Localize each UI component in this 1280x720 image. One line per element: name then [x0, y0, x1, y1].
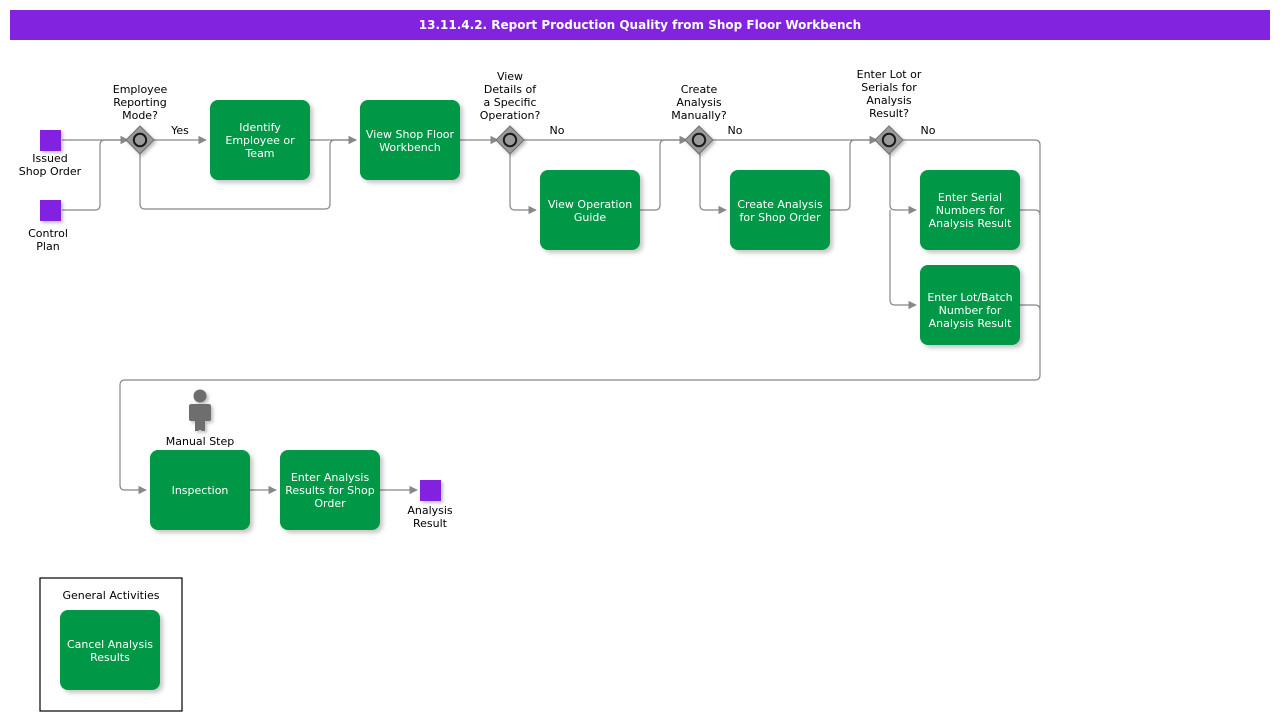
group-general-activities: General Activities Cancel Analysis Resul…	[39, 577, 183, 712]
gateway3-branch-label-no: No	[728, 124, 743, 137]
flow-gateway4-to-enter-lot-batch	[889, 210, 917, 310]
gateway3-label-line2: Analysis	[676, 96, 722, 109]
control-plan-swatch[interactable]	[40, 200, 61, 221]
flow-gateway4-to-enter-serial-numbers	[889, 152, 917, 215]
gateway4-label-line4: Result?	[869, 107, 909, 120]
flow-enter-lot-batch-to-return	[1020, 304, 1041, 311]
flow-create-analysis-to-gateway4	[830, 135, 878, 211]
gateway1-label-line1: Employee	[113, 83, 168, 96]
gateway-enter-lot-or-serials-for-analysis-result[interactable]: Enter Lot or Serials for Analysis Result…	[857, 68, 936, 155]
flow-enter-serial-numbers-to-return	[1020, 209, 1041, 216]
control-plan-label-line1: Control	[28, 227, 68, 240]
enter-serial-numbers-line2: Numbers for	[936, 204, 1005, 217]
data-object-control-plan[interactable]: Control Plan	[28, 200, 68, 253]
flow-view-operation-guide-to-gateway3	[640, 135, 688, 211]
issued-shop-order-label-line1: Issued	[32, 152, 67, 165]
gateway4-branch-label-no: No	[921, 124, 936, 137]
enter-analysis-results-line3: Order	[314, 497, 346, 510]
enter-lot-batch-line3: Analysis Result	[929, 317, 1012, 330]
manual-step-annotation: Manual Step	[166, 389, 235, 448]
gateway2-label-line2: Details of	[484, 83, 537, 96]
gateway2-label-line4: Operation?	[480, 109, 541, 122]
issued-shop-order-swatch[interactable]	[40, 130, 61, 151]
task-view-shop-floor-workbench[interactable]: View Shop Floor Workbench	[360, 100, 460, 180]
gateway4-label-line1: Enter Lot or	[857, 68, 922, 81]
analysis-result-label-line1: Analysis	[407, 504, 453, 517]
identify-employee-or-team-line2: Employee or	[225, 134, 295, 147]
gateway-employee-reporting-mode[interactable]: Employee Reporting Mode? Yes	[113, 83, 189, 155]
enter-lot-batch-line1: Enter Lot/Batch	[927, 291, 1012, 304]
data-object-analysis-result[interactable]: Analysis Result	[407, 480, 453, 530]
task-enter-serial-numbers-for-analysis-result[interactable]: Enter Serial Numbers for Analysis Result	[920, 170, 1020, 250]
gateway3-label-line1: Create	[681, 83, 718, 96]
gateway4-label-line2: Serials for	[861, 81, 917, 94]
enter-serial-numbers-line1: Enter Serial	[938, 191, 1002, 204]
task-enter-analysis-results-for-shop-order[interactable]: Enter Analysis Results for Shop Order	[280, 450, 380, 530]
analysis-result-label-line2: Result	[413, 517, 448, 530]
gateway2-label-line3: a Specific	[483, 96, 536, 109]
cancel-analysis-results-line2: Results	[90, 651, 130, 664]
flow-gateway3-to-create-analysis	[699, 152, 727, 215]
gateway4-label-line3: Analysis	[866, 94, 912, 107]
gateway2-label-line1: View	[497, 70, 523, 83]
inspection-line1: Inspection	[172, 484, 229, 497]
enter-lot-batch-line2: Number for	[939, 304, 1002, 317]
gateway-view-details-of-a-specific-operation[interactable]: View Details of a Specific Operation? No	[480, 70, 565, 155]
task-inspection[interactable]: Inspection	[150, 450, 250, 530]
cancel-analysis-results-line1: Cancel Analysis	[67, 638, 153, 651]
task-enter-lot-batch-number-for-analysis-result[interactable]: Enter Lot/Batch Number for Analysis Resu…	[920, 265, 1020, 345]
gateway1-event-circle-icon	[132, 132, 148, 148]
view-operation-guide-line1: View Operation	[548, 198, 632, 211]
gateway2-branch-label-no: No	[550, 124, 565, 137]
identify-employee-or-team-line1: Identify	[239, 121, 281, 134]
gateway3-event-circle-icon	[691, 132, 707, 148]
task-view-operation-guide[interactable]: View Operation Guide	[540, 170, 640, 250]
identify-employee-or-team-line3: Team	[244, 147, 274, 160]
create-analysis-for-shop-order-line1: Create Analysis	[737, 198, 823, 211]
person-icon	[189, 389, 211, 431]
manual-step-label: Manual Step	[166, 435, 235, 448]
view-shop-floor-workbench-line1: View Shop Floor	[366, 128, 455, 141]
control-plan-label-line2: Plan	[36, 240, 59, 253]
gateway-create-analysis-manually[interactable]: Create Analysis Manually? No	[671, 83, 743, 155]
gateway1-branch-label-yes: Yes	[170, 124, 189, 137]
issued-shop-order-label-line2: Shop Order	[19, 165, 82, 178]
gateway1-label-line3: Mode?	[122, 109, 158, 122]
task-identify-employee-or-team[interactable]: Identify Employee or Team	[210, 100, 310, 180]
analysis-result-swatch[interactable]	[420, 480, 441, 501]
view-operation-guide-line2: Guide	[574, 211, 607, 224]
gateway4-event-circle-icon	[881, 132, 897, 148]
process-diagram: Issued Shop Order Control Plan Analysis …	[19, 68, 1041, 712]
data-object-issued-shop-order[interactable]: Issued Shop Order	[19, 130, 82, 178]
enter-analysis-results-line1: Enter Analysis	[291, 471, 370, 484]
gateway3-label-line3: Manually?	[671, 109, 727, 122]
flow-gateway2-to-view-operation-guide	[509, 152, 537, 215]
enter-analysis-results-line2: Results for Shop	[285, 484, 375, 497]
enter-serial-numbers-line3: Analysis Result	[929, 217, 1012, 230]
gateway2-event-circle-icon	[502, 132, 518, 148]
task-create-analysis-for-shop-order[interactable]: Create Analysis for Shop Order	[730, 170, 830, 250]
gateway1-label-line2: Reporting	[113, 96, 166, 109]
view-shop-floor-workbench-line2: Workbench	[379, 141, 441, 154]
general-activities-title: General Activities	[62, 589, 159, 602]
task-cancel-analysis-results[interactable]: Cancel Analysis Results	[60, 610, 160, 690]
create-analysis-for-shop-order-line2: for Shop Order	[739, 211, 821, 224]
